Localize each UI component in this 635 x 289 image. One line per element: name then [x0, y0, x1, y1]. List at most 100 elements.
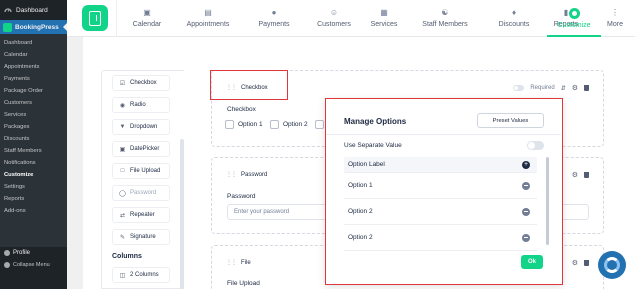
field-palette-label: Repeater: [130, 212, 155, 218]
nav-label: Services: [370, 21, 398, 28]
field-palette-item-password: ◯ Password: [112, 185, 170, 201]
preset-values-button[interactable]: Preset Values: [477, 113, 544, 128]
separate-value-toggle[interactable]: [527, 141, 544, 150]
field-palette-item-2-columns[interactable]: ◫ 2 Columns: [112, 267, 170, 283]
remove-option-icon[interactable]: [522, 233, 530, 242]
option-label[interactable]: Option 2: [348, 234, 373, 241]
field-palette-item-radio[interactable]: ◉ Radio: [112, 97, 170, 113]
wp-submenu-item[interactable]: Packages: [4, 121, 67, 133]
trash-icon[interactable]: [584, 85, 589, 91]
wp-submenu-item[interactable]: Package Order: [4, 85, 67, 97]
nav-item-payments[interactable]: ● Payments: [243, 0, 305, 37]
required-label: Required: [530, 85, 555, 91]
bookingpress-logo-icon: [3, 22, 12, 32]
datepicker-icon: ▣: [119, 146, 126, 153]
wp-submenu-item[interactable]: Discounts: [4, 133, 67, 145]
wp-submenu-item[interactable]: Notifications: [4, 157, 67, 169]
checkbox-option[interactable]: Option 1: [225, 120, 263, 129]
more-icon: ⋮: [611, 8, 619, 17]
checkbox-box[interactable]: [270, 120, 279, 129]
drag-handle-icon[interactable]: ⋮⋮: [226, 171, 237, 178]
wp-submenu-item[interactable]: Reports: [4, 193, 67, 205]
field-palette: ☑ Checkbox ◉ Radio ▼ Dropdown ▣ DatePick…: [101, 70, 184, 289]
trash-icon[interactable]: [584, 172, 589, 178]
discount-icon: ♦: [511, 8, 517, 17]
nav-item-staff-members[interactable]: ☯ Staff Members: [405, 0, 485, 37]
nav-item-customize[interactable]: Customize: [547, 0, 601, 37]
dropdown-icon: ▼: [119, 124, 126, 130]
field-palette-label: Radio: [130, 102, 146, 108]
ok-button[interactable]: Ok: [521, 255, 543, 269]
bookingpress-brand-logo[interactable]: [82, 5, 108, 31]
form-field-title: Password: [241, 171, 268, 178]
field-palette-label: File Upload: [130, 168, 161, 174]
checkbox-option[interactable]: [315, 120, 324, 129]
field-palette-item-signature[interactable]: ✎ Signature: [112, 229, 170, 245]
options-table: Option Label + Option 1 Option 2 Option …: [344, 157, 537, 251]
remove-option-icon[interactable]: [522, 207, 530, 216]
field-palette-item-repeater[interactable]: ⇄ Repeater: [112, 207, 170, 223]
wp-menu-bookingpress[interactable]: BookingPress: [0, 20, 67, 34]
customize-icon: [568, 8, 580, 19]
nav-label: Staff Members: [422, 21, 468, 28]
option-row: Option 1: [344, 173, 537, 199]
nav-divider: [116, 0, 117, 37]
wp-submenu-item[interactable]: Calendar: [4, 49, 67, 61]
add-option-icon[interactable]: +: [522, 160, 530, 169]
help-chat-button[interactable]: [598, 251, 626, 279]
file-upload-icon: □: [120, 168, 125, 174]
payments-icon: ●: [271, 8, 277, 17]
wp-submenu-item-customize[interactable]: Customize: [4, 169, 67, 181]
field-palette-item-file-upload[interactable]: □ File Upload: [112, 163, 170, 179]
wp-submenu-item[interactable]: Appointments: [4, 61, 67, 73]
nav-label: Payments: [258, 21, 290, 28]
wp-menu-profile[interactable]: Profile: [4, 247, 67, 259]
swap-icon[interactable]: ⇵: [561, 85, 566, 92]
form-field-header: ⋮⋮ Password: [226, 171, 268, 179]
collapse-menu-button[interactable]: Collapse Menu: [4, 259, 67, 271]
wp-submenu-item[interactable]: Services: [4, 109, 67, 121]
wp-submenu-item[interactable]: Payments: [4, 73, 67, 85]
checkbox-box[interactable]: [225, 120, 234, 129]
checkbox-option[interactable]: Option 2: [270, 120, 308, 129]
field-palette-item-datepicker[interactable]: ▣ DatePicker: [112, 141, 170, 157]
gear-icon[interactable]: ⚙: [572, 259, 578, 267]
options-scrollbar[interactable]: [546, 157, 549, 245]
radio-icon: ◉: [119, 102, 126, 109]
manage-options-modal: Manage Options Preset Values Use Separat…: [325, 98, 563, 285]
nav-item-more[interactable]: ⋮ More: [601, 0, 629, 37]
modal-divider: [326, 134, 561, 135]
required-toggle[interactable]: [513, 85, 525, 91]
columns-section-title: Columns: [112, 253, 142, 260]
wp-submenu-item[interactable]: Customers: [4, 97, 67, 109]
field-palette-item-checkbox[interactable]: ☑ Checkbox: [112, 75, 170, 91]
nav-item-discounts[interactable]: ♦ Discounts: [485, 0, 543, 37]
field-palette-label: DatePicker: [130, 146, 160, 152]
wp-submenu-item[interactable]: Staff Members: [4, 145, 67, 157]
option-label[interactable]: Option 2: [348, 208, 373, 215]
options-table-header: Option Label +: [344, 157, 537, 173]
wp-submenu-item[interactable]: Settings: [4, 181, 67, 193]
wp-menu-profile-label: Profile: [13, 250, 31, 256]
checkbox-box[interactable]: [315, 120, 324, 129]
separate-value-label: Use Separate Value: [344, 142, 402, 149]
option-label[interactable]: Option 1: [348, 182, 373, 189]
nav-item-calendar[interactable]: ▣ Calendar: [121, 0, 173, 37]
nav-item-appointments[interactable]: ▤ Appointments: [173, 0, 243, 37]
trash-icon[interactable]: [584, 260, 589, 266]
form-field-label: Password: [227, 193, 256, 200]
gear-icon[interactable]: ⚙: [572, 84, 578, 92]
nav-item-services[interactable]: ▦ Services: [363, 0, 405, 37]
wp-menu-dashboard[interactable]: Dashboard: [0, 0, 67, 20]
option-row: Option 2: [344, 199, 537, 225]
field-palette-item-dropdown[interactable]: ▼ Dropdown: [112, 119, 170, 135]
wp-menu-bottom: Profile Collapse Menu: [0, 247, 67, 271]
nav-item-customers[interactable]: ☺ Customers: [305, 0, 363, 37]
wp-submenu-item[interactable]: Add-ons: [4, 205, 67, 217]
columns-icon: ◫: [119, 272, 126, 279]
field-palette-scrollbar[interactable]: [180, 139, 184, 289]
drag-handle-icon[interactable]: ⋮⋮: [226, 259, 237, 266]
wp-submenu-item[interactable]: Dashboard: [4, 37, 67, 49]
gear-icon[interactable]: ⚙: [572, 171, 578, 179]
remove-option-icon[interactable]: [522, 181, 530, 190]
